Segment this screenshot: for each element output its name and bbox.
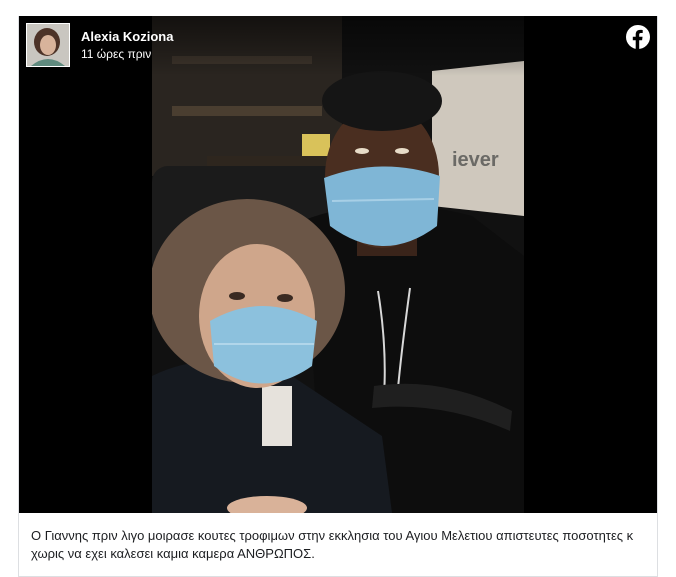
post-photo[interactable]: iever <box>152 16 524 513</box>
post-header: Alexia Koziona 11 ώρες πριν <box>19 16 657 76</box>
facebook-embedded-post: iever Alexia Koziona 11 ώρες πριν Ο Γιαν… <box>18 16 658 577</box>
facebook-icon[interactable] <box>626 25 650 49</box>
post-timestamp[interactable]: 11 ώρες πριν <box>81 47 151 61</box>
author-avatar[interactable] <box>26 23 70 67</box>
author-name[interactable]: Alexia Koziona <box>81 29 173 45</box>
post-media[interactable]: iever Alexia Koziona 11 ώρες πριν <box>19 16 657 513</box>
post-caption: Ο Γιαννης πριν λιγο μοιρασε κουτες τροφι… <box>19 513 657 577</box>
svg-text:iever: iever <box>452 149 499 171</box>
